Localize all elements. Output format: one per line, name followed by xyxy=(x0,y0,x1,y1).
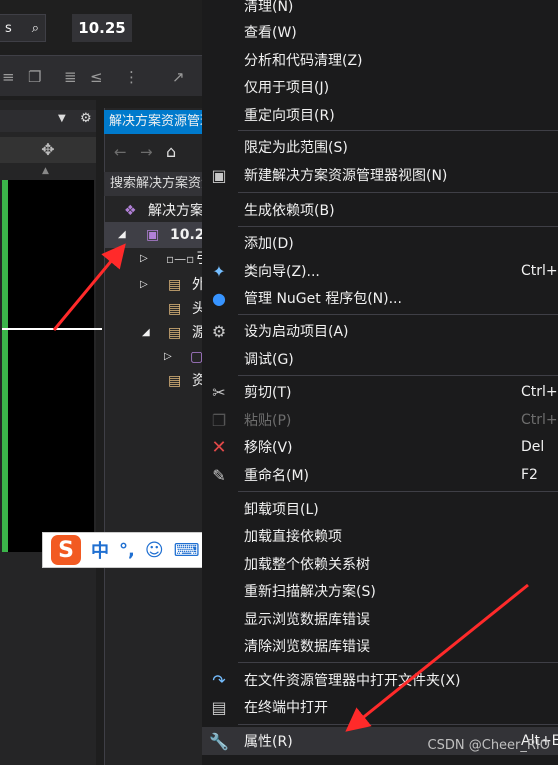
wrench-icon: 🔧 xyxy=(209,731,229,751)
menu-item-load-dep-tree[interactable]: 加载整个依赖关系树 xyxy=(202,550,558,578)
filter-folder-icon: ▤ xyxy=(168,373,182,389)
tree-item-solution[interactable]: ❖ 解决方案 xyxy=(104,198,204,224)
search-box[interactable]: s ⌕ xyxy=(0,14,46,42)
class-wizard-icon: ✦ xyxy=(212,261,226,281)
forward-icon[interactable]: → xyxy=(140,143,153,161)
search-box-label: s xyxy=(5,20,12,36)
clipboard-icon: ❐ xyxy=(211,410,227,430)
gear-icon: ⚙ xyxy=(211,321,227,341)
menu-item-nuget[interactable]: ● 管理 NuGet 程序包(N)... xyxy=(202,284,558,312)
move-handle-icon[interactable]: ✥ xyxy=(0,137,96,163)
menu-item-remove[interactable]: ✕ 移除(V) Del xyxy=(202,433,558,461)
terminal-icon: ▤ xyxy=(211,697,227,717)
watermark: CSDN @Cheer_RIO xyxy=(427,738,550,753)
menu-item-clean[interactable]: 清理(N) xyxy=(202,0,558,20)
menu-item-clear-db-errors[interactable]: 清除浏览数据库错误 xyxy=(202,632,558,660)
project-icon: ▣ xyxy=(146,227,160,243)
tree-item-external-deps[interactable]: ▷ ▤ 外部依赖项 xyxy=(104,272,204,298)
ime-keyboard-icon[interactable]: ⌨ xyxy=(174,540,200,561)
panel-header: ▼ ⚙ xyxy=(0,110,96,132)
back-icon[interactable]: ← xyxy=(114,143,127,161)
menu-item-paste: ❐ 粘贴(P) Ctrl+ xyxy=(202,406,558,434)
home-icon[interactable]: ⌂ xyxy=(166,142,176,161)
share-icon[interactable]: ↗ xyxy=(172,68,185,86)
menu-item-scope-to-this[interactable]: 限定为此范围(S) xyxy=(202,133,558,161)
expand-icon[interactable]: ▷ xyxy=(140,246,148,272)
expand-icon[interactable]: ▷ xyxy=(164,344,172,370)
solution-explorer-title: 解决方案资源管理器 xyxy=(104,110,204,134)
dropdown-icon[interactable]: ▼ xyxy=(58,113,66,124)
menu-item-class-wizard[interactable]: ✦ 类向导(Z)... Ctrl+ xyxy=(202,257,558,285)
redo-arrow-icon: ↷ xyxy=(212,670,226,690)
collapse-icon[interactable]: ◢ xyxy=(118,222,126,248)
menu-separator xyxy=(238,192,558,193)
menu-item-add[interactable]: 添加(D) xyxy=(202,229,558,257)
expand-icon[interactable]: ▷ xyxy=(140,272,148,298)
menu-item-cut[interactable]: ✂ 剪切(T) Ctrl+ xyxy=(202,378,558,406)
menu-separator xyxy=(238,662,558,663)
gear-icon[interactable]: ⚙ xyxy=(80,111,92,126)
ime-emoji-icon[interactable]: ☺ xyxy=(145,540,164,561)
tree-item-project[interactable]: ◢ ▣ 10.25 xyxy=(104,222,204,248)
solution-search-input[interactable]: 搜索解决方案资源管理器 xyxy=(104,172,204,196)
align-icon[interactable]: ≡ xyxy=(2,68,15,86)
menu-separator xyxy=(238,375,558,376)
waveform-display xyxy=(2,180,102,552)
menu-separator xyxy=(238,130,558,131)
remove-x-icon: ✕ xyxy=(211,436,227,458)
filter-folder-icon: ▤ xyxy=(168,301,182,317)
scroll-up-icon[interactable]: ▲ xyxy=(42,166,49,176)
overflow-icon[interactable]: ⋮ xyxy=(124,68,139,86)
menu-separator xyxy=(238,491,558,492)
menu-item-analyze[interactable]: 分析和代码清理(Z) xyxy=(202,46,558,74)
toolbar: ≡ ❐ ≣ ≤ ⋮ ↗ xyxy=(0,55,204,96)
ime-toolbar: S 中 °, ☺ ⌨ xyxy=(42,532,204,568)
folder-icon: ▤ xyxy=(168,277,182,293)
menu-item-new-view[interactable]: ▣ 新建解决方案资源管理器视图(N) xyxy=(202,161,558,189)
menu-item-rename[interactable]: ✎ 重命名(M) F2 xyxy=(202,461,558,489)
menu-item-build-deps[interactable]: 生成依赖项(B) xyxy=(202,196,558,224)
tree-item-source-file[interactable]: ▷ ▢ xyxy=(104,344,204,370)
sogou-logo-icon[interactable]: S xyxy=(51,535,81,565)
menu-separator xyxy=(238,724,558,725)
menu-item-rescan[interactable]: 重新扫描解决方案(S) xyxy=(202,577,558,605)
menu-item-project-only[interactable]: 仅用于项目(J) xyxy=(202,73,558,101)
menu-item-unload[interactable]: 卸载项目(L) xyxy=(202,495,558,523)
tree-item-sources[interactable]: ◢ ▤ 源文件 xyxy=(104,320,204,346)
nuget-icon: ● xyxy=(212,288,226,308)
rename-icon: ✎ xyxy=(212,465,226,485)
menu-separator xyxy=(238,314,558,315)
filter-folder-icon: ▤ xyxy=(168,325,182,341)
trigger-line xyxy=(2,328,102,330)
solution-icon: ❖ xyxy=(124,203,137,219)
tree-item-resources[interactable]: ▤ 资源文件 xyxy=(104,368,204,394)
menu-item-retarget[interactable]: 重定向项目(R) xyxy=(202,101,558,129)
new-window-icon: ▣ xyxy=(211,165,227,185)
version-field[interactable]: 10.25 xyxy=(72,14,132,42)
menu-item-load-direct-deps[interactable]: 加载直接依赖项 xyxy=(202,522,558,550)
comment-icon[interactable]: ≣ xyxy=(64,68,77,86)
scissors-icon: ✂ xyxy=(212,382,226,402)
tree-item-references[interactable]: ▷ ▫—▫ 引用 xyxy=(104,246,204,272)
menu-item-view[interactable]: 查看(W) xyxy=(202,18,558,46)
copy-icon[interactable]: ❐ xyxy=(28,68,41,86)
menu-item-open-folder[interactable]: ↷ 在文件资源管理器中打开文件夹(X) xyxy=(202,666,558,694)
collapse-icon[interactable]: ◢ xyxy=(142,320,150,346)
tree-item-headers[interactable]: ▤ 头文件 xyxy=(104,296,204,322)
menu-item-debug[interactable]: 调试(G) xyxy=(202,345,558,373)
references-icon: ▫—▫ xyxy=(166,252,195,266)
menu-item-set-startup[interactable]: ⚙ 设为启动项目(A) xyxy=(202,317,558,345)
search-icon[interactable]: ⌕ xyxy=(32,21,39,36)
se-toolbar: ← → ⌂ xyxy=(104,140,204,166)
ime-language-toggle[interactable]: 中 xyxy=(91,537,109,563)
menu-separator xyxy=(238,226,558,227)
ime-punctuation-toggle[interactable]: °, xyxy=(119,540,135,561)
menu-item-show-db-errors[interactable]: 显示浏览数据库错误 xyxy=(202,605,558,633)
uncomment-icon[interactable]: ≤ xyxy=(90,68,103,86)
menu-item-open-terminal[interactable]: ▤ 在终端中打开 xyxy=(202,693,558,721)
